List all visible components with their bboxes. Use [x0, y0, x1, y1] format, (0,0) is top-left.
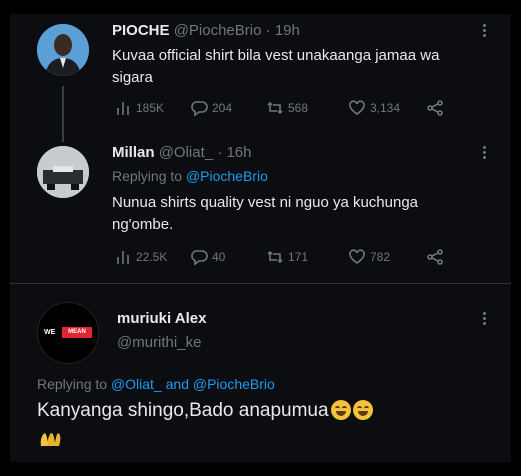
profile-photo-icon — [37, 24, 89, 76]
avatar[interactable]: WE MEAN — [37, 302, 99, 364]
views-button[interactable]: 185K — [114, 99, 190, 117]
more-icon[interactable] — [483, 310, 489, 327]
replying-to: Replying to @PiocheBrio — [112, 168, 268, 184]
reply-count: 40 — [212, 250, 226, 264]
reply-count: 204 — [212, 101, 233, 115]
replying-and: and — [165, 376, 189, 392]
action-bar: 185K 204 568 3,134 — [114, 99, 444, 117]
laughing-emoji-icon — [330, 400, 351, 420]
timestamp[interactable]: 19h — [275, 22, 300, 39]
user-handle[interactable]: @PiocheBrio — [174, 22, 262, 39]
user-handle[interactable]: @murithi_ke — [117, 334, 201, 351]
replying-to-link[interactable]: @PiocheBrio — [186, 168, 268, 184]
raised-hands-icon — [39, 430, 61, 448]
tweet-text: Nunua shirts quality vest ni nguo ya kuc… — [112, 192, 482, 236]
like-icon — [349, 100, 365, 115]
bottom-border — [10, 462, 511, 476]
tweet-text-line: Kuvaa official shirt bila vest unakaanga… — [112, 47, 440, 64]
avatar-logo-text: MEAN — [62, 327, 92, 338]
replying-label: Replying to — [112, 168, 183, 184]
tweet-text-line: ng'ombe. — [112, 216, 174, 233]
tweet-header: muriuki Alex — [117, 310, 206, 327]
divider — [10, 283, 511, 284]
more-icon[interactable] — [483, 144, 489, 161]
tweet-text-line: Kanyanga shingo,Bado anapumua — [37, 400, 329, 421]
top-border — [10, 0, 511, 14]
reply-button[interactable]: 40 — [190, 248, 266, 266]
tweet-text-line: Nunua shirts quality vest ni nguo ya kuc… — [112, 194, 419, 211]
share-button[interactable] — [426, 248, 444, 266]
display-name[interactable]: PIOCHE — [112, 22, 170, 39]
retweet-icon — [267, 250, 283, 264]
reply-icon — [191, 250, 208, 266]
retweet-button[interactable]: 171 — [266, 248, 348, 266]
laughing-emoji-icon — [352, 400, 373, 420]
avatar[interactable] — [37, 24, 89, 76]
retweet-button[interactable]: 568 — [266, 99, 348, 117]
replying-label: Replying to — [37, 376, 108, 392]
separator-dot: · — [265, 22, 271, 39]
thread-line — [62, 86, 64, 142]
tweet-text: Kanyanga shingo,Bado anapumua — [37, 400, 373, 422]
frame-border-right — [511, 0, 521, 476]
share-icon — [427, 249, 443, 265]
retweet-count: 171 — [288, 250, 309, 264]
views-count: 185K — [136, 101, 165, 115]
action-bar: 22.5K 40 171 782 — [114, 248, 444, 266]
frame-border-left — [0, 0, 10, 476]
views-count: 22.5K — [136, 250, 168, 264]
retweet-icon — [267, 101, 283, 115]
display-name[interactable]: muriuki Alex — [117, 310, 206, 327]
profile-photo-icon — [37, 146, 89, 198]
like-button[interactable]: 3,134 — [348, 99, 426, 117]
tweet-text-line: sigara — [112, 69, 153, 86]
share-button[interactable] — [426, 99, 444, 117]
retweet-count: 568 — [288, 101, 309, 115]
avatar[interactable] — [37, 146, 89, 198]
replying-to-link[interactable]: @Oliat_ — [111, 376, 162, 392]
like-icon — [349, 249, 365, 264]
like-count: 782 — [370, 250, 391, 264]
share-icon — [427, 100, 443, 116]
replying-to-link[interactable]: @PiocheBrio — [193, 376, 275, 392]
display-name[interactable]: Millan — [112, 144, 155, 161]
timestamp[interactable]: 16h — [226, 144, 251, 161]
reply-button[interactable]: 204 — [190, 99, 266, 117]
tweet-header: PIOCHE @PiocheBrio · 19h — [112, 22, 300, 39]
separator-dot: · — [217, 144, 223, 161]
like-button[interactable]: 782 — [348, 248, 426, 266]
tweet-text: Kuvaa official shirt bila vest unakaanga… — [112, 45, 482, 89]
user-handle[interactable]: @Oliat_ — [159, 144, 213, 161]
tweet-header: Millan @Oliat_ · 16h — [112, 144, 251, 161]
tweet-header: @murithi_ke — [117, 334, 201, 351]
views-icon — [117, 251, 129, 264]
reply-icon — [191, 101, 208, 117]
more-icon[interactable] — [483, 22, 489, 39]
like-count: 3,134 — [370, 101, 401, 115]
replying-to: Replying to @Oliat_ and @PiocheBrio — [37, 376, 275, 392]
views-icon — [117, 102, 129, 115]
avatar-logo-text: WE — [44, 329, 56, 336]
views-button[interactable]: 22.5K — [114, 248, 190, 266]
